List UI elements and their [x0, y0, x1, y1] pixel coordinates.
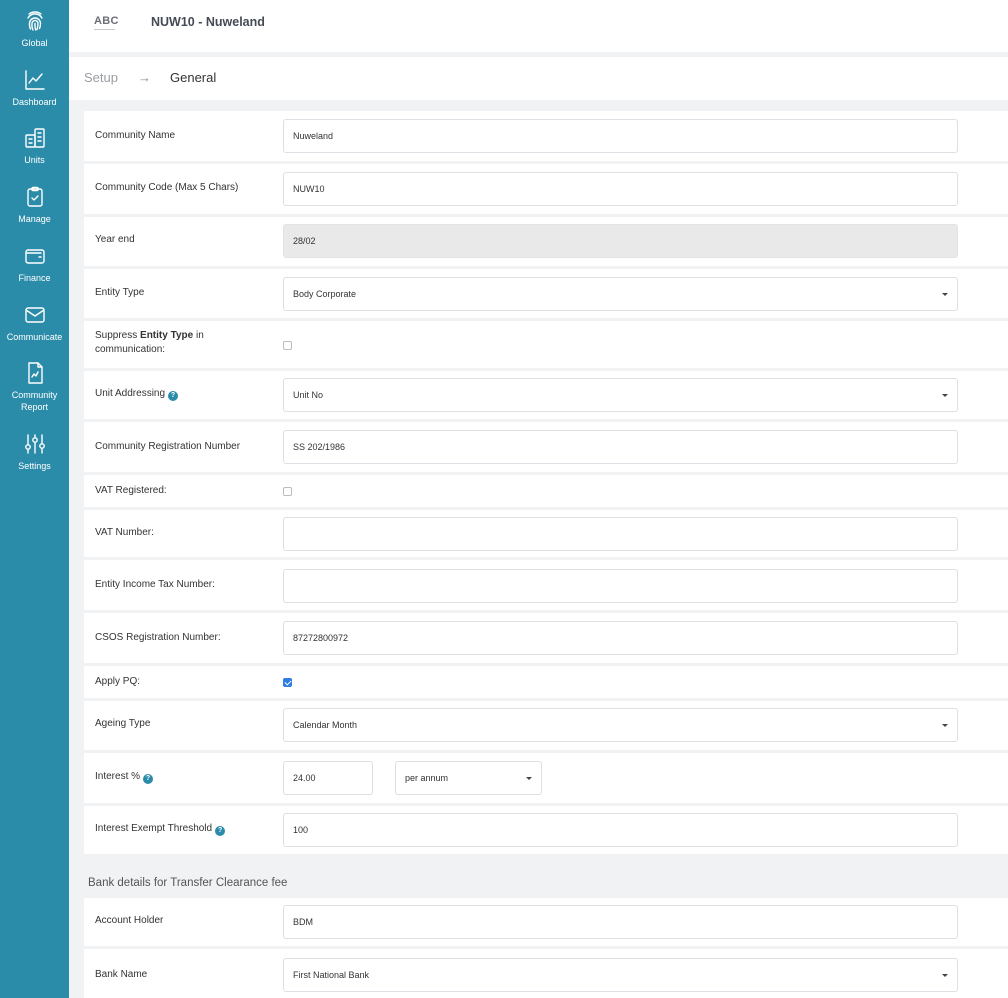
field-label: Ageing Type: [95, 718, 151, 729]
nav-label: Finance: [18, 273, 51, 283]
field-label: Unit Addressing?: [95, 387, 179, 401]
nav-item-community-report[interactable]: Community Report: [0, 361, 69, 413]
form-row-vat-registered: VAT Registered:: [84, 475, 1008, 507]
field-label: VAT Registered:: [95, 485, 167, 496]
label-text: Suppress: [95, 330, 141, 341]
interest-period-select[interactable]: per annum: [395, 761, 542, 795]
form-row-community-code: Community Code (Max 5 Chars) NUW10: [84, 164, 1008, 214]
field-label: Interest %?: [95, 770, 154, 784]
top-bar: ABC NUW10 - Nuweland: [69, 0, 1008, 52]
form-row-ageing-type: Ageing Type Calendar Month: [84, 701, 1008, 750]
income-tax-number-input[interactable]: [283, 569, 958, 603]
breadcrumb-current: General: [170, 70, 217, 85]
nav-label: Manage: [18, 214, 51, 224]
fingerprint-icon: [26, 11, 43, 31]
field-label: Account Holder: [95, 915, 164, 926]
report-document-icon: [27, 362, 43, 384]
form-row-entity-type: Entity Type Body Corporate: [84, 269, 1008, 318]
label-text: Unit Addressing: [95, 388, 166, 399]
form-row-unit-addressing: Unit Addressing? Unit No: [84, 371, 1008, 419]
registration-number-input[interactable]: SS 202/1986: [283, 430, 958, 464]
nav-item-dashboard[interactable]: Dashboard: [0, 68, 69, 108]
form-row-account-holder: Account Holder BDM: [84, 898, 1008, 946]
field-label: VAT Number:: [95, 527, 154, 538]
unit-addressing-select[interactable]: Unit No: [283, 378, 958, 412]
form-row-csos-number: CSOS Registration Number: 87272800972: [84, 613, 1008, 663]
field-label: Entity Income Tax Number:: [95, 579, 215, 590]
community-code-input[interactable]: NUW10: [283, 172, 958, 206]
community-title: NUW10 - Nuweland: [151, 15, 265, 29]
field-label: Community Code (Max 5 Chars): [95, 182, 239, 193]
clipboard-check-icon: [26, 186, 43, 207]
ageing-type-select[interactable]: Calendar Month: [283, 708, 958, 742]
field-label: Community Registration Number: [95, 441, 241, 452]
buildings-icon: [24, 128, 45, 148]
form-row-interest: Interest %? 24.00 per annum: [84, 753, 1008, 803]
form-row-suppress-entity-type: Suppress Entity Type in communication:: [84, 321, 1008, 368]
apply-pq-checkbox[interactable]: [283, 678, 292, 687]
logo-underline: [94, 29, 115, 30]
breadcrumb-setup-link[interactable]: Setup: [84, 70, 118, 85]
form-row-interest-exempt: Interest Exempt Threshold? 100: [84, 806, 1008, 854]
year-end-input: 28/02: [283, 224, 958, 258]
bank-section-title: Bank details for Transfer Clearance fee: [88, 877, 288, 889]
sliders-icon: [24, 434, 45, 454]
field-label: Year end: [95, 234, 135, 245]
form-row-income-tax-number: Entity Income Tax Number:: [84, 560, 1008, 610]
line-chart-icon: [24, 70, 45, 90]
nav-label: Community Report: [11, 390, 58, 412]
nav-item-communicate[interactable]: Communicate: [0, 303, 69, 343]
nav-item-manage[interactable]: Manage: [0, 185, 69, 225]
nav-item-units[interactable]: Units: [0, 126, 69, 166]
interest-exempt-threshold-input[interactable]: 100: [283, 813, 958, 847]
community-name-input[interactable]: Nuweland: [283, 119, 958, 153]
field-label: CSOS Registration Number:: [95, 632, 221, 643]
account-holder-input[interactable]: BDM: [283, 905, 958, 939]
envelope-icon: [24, 307, 45, 323]
breadcrumb: Setup → General: [69, 57, 1008, 100]
nav-item-settings[interactable]: Settings: [0, 432, 69, 472]
bank-name-select[interactable]: First National Bank: [283, 958, 958, 992]
form-row-community-name: Community Name Nuweland: [84, 111, 1008, 161]
field-label: Interest Exempt Threshold?: [95, 822, 226, 836]
interest-rate-input[interactable]: 24.00: [283, 761, 373, 795]
sidebar: Global Dashboard Units Manage Finance Co…: [0, 0, 69, 998]
help-icon[interactable]: ?: [168, 391, 179, 401]
form-row-bank-name: Bank Name First National Bank: [84, 949, 1008, 998]
nav-item-finance[interactable]: Finance: [0, 244, 69, 284]
help-icon[interactable]: ?: [143, 774, 154, 784]
vat-number-input[interactable]: [283, 517, 958, 551]
csos-number-input[interactable]: 87272800972: [283, 621, 958, 655]
company-logo: ABC: [94, 15, 119, 27]
field-label: Entity Type: [95, 287, 145, 298]
entity-type-select[interactable]: Body Corporate: [283, 277, 958, 311]
nav-label: Communicate: [6, 332, 63, 342]
form-row-vat-number: VAT Number:: [84, 510, 1008, 557]
nav-label: Global: [21, 38, 48, 48]
nav-label: Settings: [18, 461, 51, 471]
field-label: Suppress Entity Type in communication:: [95, 329, 255, 357]
wallet-icon: [24, 249, 45, 264]
form-row-year-end: Year end 28/02: [84, 217, 1008, 266]
arrow-right-icon: →: [138, 70, 151, 85]
field-label: Bank Name: [95, 969, 148, 980]
vat-registered-checkbox[interactable]: [283, 487, 292, 496]
form-row-apply-pq: Apply PQ:: [84, 666, 1008, 698]
help-icon[interactable]: ?: [215, 826, 226, 836]
field-label: Apply PQ:: [95, 676, 141, 687]
field-label: Community Name: [95, 130, 176, 141]
nav-item-global[interactable]: Global: [0, 9, 69, 49]
nav-label: Dashboard: [12, 97, 57, 107]
label-text: Interest %: [95, 771, 141, 782]
label-bold-text: Entity Type: [140, 330, 194, 341]
suppress-entity-type-checkbox[interactable]: [283, 341, 292, 350]
label-text: Interest Exempt Threshold: [95, 823, 213, 834]
nav-label: Units: [24, 155, 45, 165]
form-row-registration-number: Community Registration Number SS 202/198…: [84, 422, 1008, 472]
